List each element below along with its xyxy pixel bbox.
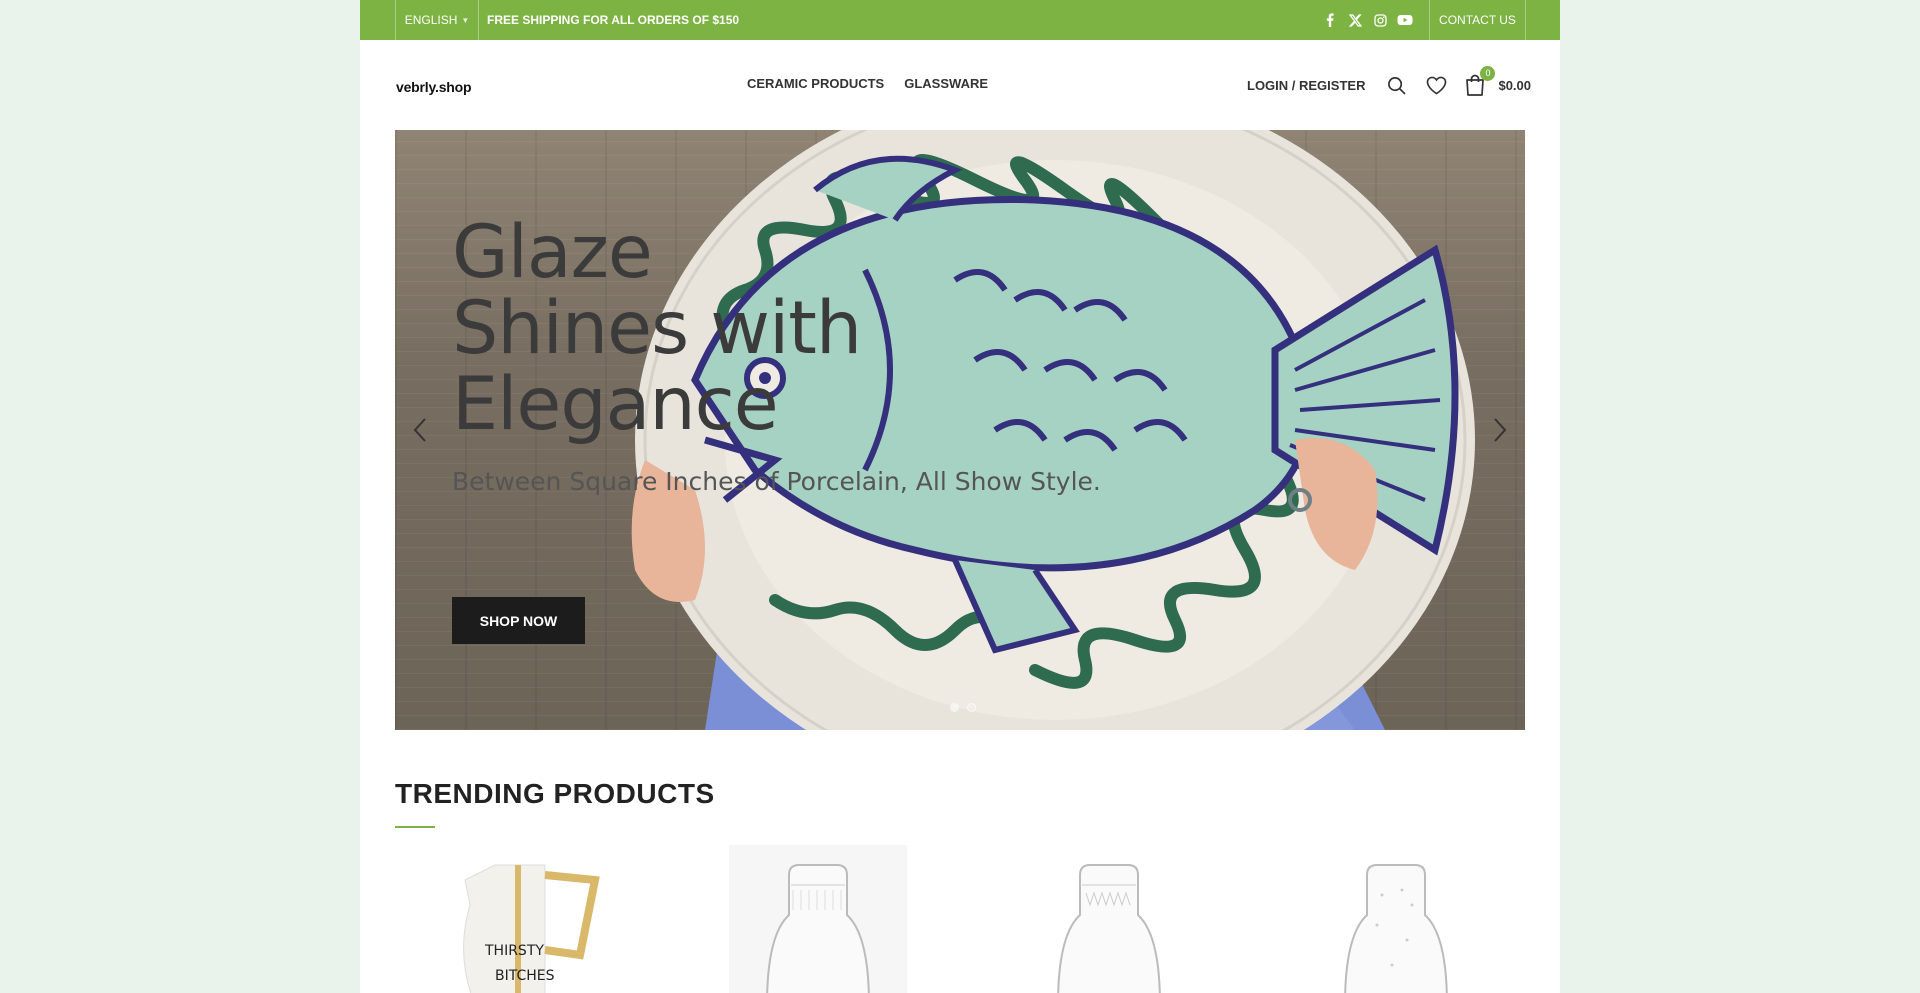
site-header: vebrly.shop CERAMIC PRODUCTS GLASSWARE L…: [360, 40, 1560, 130]
nav-glassware[interactable]: GLASSWARE: [904, 76, 988, 91]
section-title-trending: TRENDING PRODUCTS: [395, 778, 715, 809]
hero-slider: Glaze Shines with Elegance Between Squar…: [395, 130, 1525, 730]
youtube-icon[interactable]: [1397, 12, 1413, 28]
slider-prev-arrow[interactable]: [405, 410, 435, 450]
x-twitter-icon[interactable]: [1347, 12, 1363, 28]
cart-total: $0.00: [1498, 77, 1532, 93]
product-image-jug: THIRSTY BITCHES: [463, 864, 600, 993]
login-register-link[interactable]: LOGIN / REGISTER: [1247, 78, 1365, 93]
search-icon[interactable]: [1385, 74, 1407, 96]
jug-text-line2: BITCHES: [495, 968, 555, 984]
free-shipping-promo: FREE SHIPPING FOR ALL ORDERS OF $150: [487, 13, 740, 27]
instagram-icon[interactable]: [1372, 12, 1388, 28]
jug-text-line1: THIRSTY: [484, 943, 544, 959]
chevron-right-icon: [1494, 418, 1507, 442]
product-image-carafe: [766, 864, 870, 993]
header-actions: LOGIN / REGISTER 0 $0.00: [1247, 66, 1532, 100]
product-image-carafe: [1344, 864, 1448, 993]
slider-dot[interactable]: [950, 703, 959, 712]
page: ENGLISH ▼ FREE SHIPPING FOR ALL ORDERS O…: [360, 0, 1560, 993]
cart-count-badge: 0: [1480, 66, 1496, 81]
wishlist-heart-icon[interactable]: [1425, 74, 1447, 96]
product-grid: THIRSTY BITCHES: [395, 845, 1525, 993]
product-card[interactable]: THIRSTY BITCHES: [395, 845, 665, 993]
cart-button[interactable]: 0 $0.00: [1465, 66, 1532, 96]
facebook-icon[interactable]: [1322, 12, 1338, 28]
hero-title: Glaze Shines with Elegance: [452, 210, 862, 447]
contact-us-link[interactable]: CONTACT US: [1429, 0, 1526, 40]
title-underline: [395, 826, 435, 828]
product-card[interactable]: [729, 845, 907, 993]
hero-subtitle: Between Square Inches of Porcelain, All …: [452, 467, 1101, 496]
chevron-down-icon: ▼: [461, 15, 470, 25]
chevron-left-icon: [413, 418, 426, 442]
nav-ceramic-products[interactable]: CERAMIC PRODUCTS: [747, 76, 884, 91]
language-label: ENGLISH: [404, 13, 458, 27]
top-bar: ENGLISH ▼ FREE SHIPPING FOR ALL ORDERS O…: [360, 0, 1560, 40]
site-logo[interactable]: vebrly.shop: [396, 79, 472, 95]
language-selector[interactable]: ENGLISH ▼: [395, 0, 479, 40]
product-card[interactable]: [1307, 845, 1485, 993]
product-image-carafe: [1057, 864, 1161, 993]
slider-dot-active[interactable]: [967, 703, 976, 712]
slider-next-arrow[interactable]: [1485, 410, 1515, 450]
social-links: [1322, 0, 1413, 40]
main-nav: CERAMIC PRODUCTS GLASSWARE: [747, 76, 988, 91]
slider-pagination: [950, 703, 976, 712]
shop-now-button[interactable]: SHOP NOW: [452, 597, 585, 644]
product-card[interactable]: [1020, 845, 1198, 993]
